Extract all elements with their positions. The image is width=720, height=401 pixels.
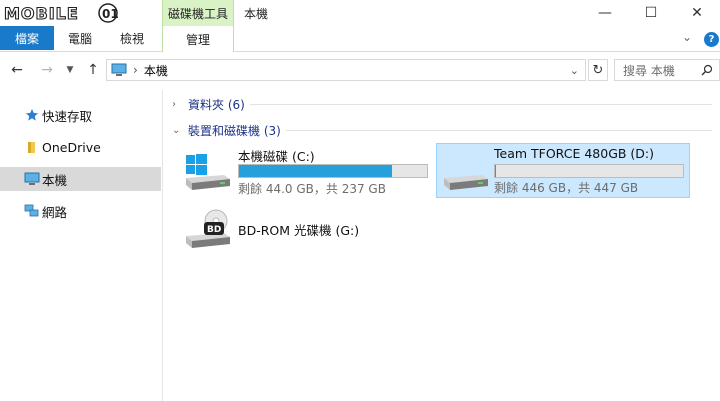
- drive-usage-bar: [238, 164, 428, 178]
- computer-icon: [111, 63, 127, 76]
- drive-name: Team TFORCE 480GB (D:): [494, 146, 655, 161]
- group-header-folders[interactable]: › 資料夾 (6): [172, 96, 245, 113]
- drive-tile-c[interactable]: 本機磁碟 (C:) 剩餘 44.0 GB，共 237 GB: [182, 144, 428, 198]
- address-dropdown-icon[interactable]: ⌄: [570, 64, 579, 77]
- close-button[interactable]: ✕: [674, 0, 720, 26]
- back-arrow-icon[interactable]: ←: [8, 60, 26, 80]
- star-icon: [24, 107, 40, 123]
- group-divider: [250, 104, 712, 105]
- sidebar-item-label: 網路: [42, 204, 68, 220]
- svg-text:MOBILE: MOBILE: [4, 4, 79, 23]
- network-icon: [24, 203, 40, 219]
- svg-text:BD: BD: [207, 225, 221, 235]
- sidebar-item-onedrive[interactable]: OneDrive: [0, 135, 161, 159]
- drive-usage-bar: [494, 164, 684, 178]
- forward-arrow-icon[interactable]: →: [38, 60, 56, 80]
- navigation-pane: 快速存取 OneDrive 本機 網路: [0, 90, 163, 401]
- drive-tile-d[interactable]: Team TFORCE 480GB (D:) 剩餘 446 GB，共 447 G…: [436, 143, 690, 198]
- search-icon: [701, 64, 713, 76]
- bd-rom-drive-icon: BD: [186, 209, 230, 248]
- tab-computer[interactable]: 電腦: [68, 26, 92, 50]
- tab-file[interactable]: 檔案: [0, 26, 54, 50]
- hard-drive-icon: [444, 175, 488, 190]
- group-divider: [286, 130, 712, 131]
- chevron-down-icon[interactable]: ⌄: [682, 30, 692, 44]
- window-title: 本機: [244, 7, 269, 21]
- sidebar-item-quick-access[interactable]: 快速存取: [0, 103, 161, 127]
- ribbon-tab-row: [0, 26, 720, 52]
- drive-name: 本機磁碟 (C:): [238, 149, 315, 164]
- search-input[interactable]: 搜尋 本機: [614, 59, 720, 81]
- drive-tile-g[interactable]: BD BD-ROM 光碟機 (G:): [182, 204, 402, 258]
- sidebar-item-label: 本機: [42, 172, 68, 188]
- recent-locations-icon[interactable]: ▼: [64, 60, 76, 80]
- breadcrumb-separator-icon: ›: [133, 63, 138, 77]
- drive-free-space: 剩餘 446 GB，共 447 GB: [494, 181, 639, 195]
- maximize-button[interactable]: ☐: [628, 0, 674, 26]
- tab-manage[interactable]: 管理: [162, 26, 234, 52]
- group-label: 裝置和磁碟機 (3): [188, 124, 281, 138]
- minimize-button[interactable]: —: [582, 0, 628, 26]
- refresh-icon[interactable]: ↻: [588, 59, 608, 81]
- computer-icon: [24, 171, 40, 187]
- sidebar-item-network[interactable]: 網路: [0, 199, 161, 223]
- help-icon[interactable]: ?: [704, 32, 719, 47]
- drive-usage-fill: [239, 165, 393, 177]
- chevron-right-icon: ›: [172, 99, 176, 110]
- drive-name: BD-ROM 光碟機 (G:): [238, 223, 360, 238]
- mobile01-logo: MOBILE 01: [4, 3, 119, 24]
- sidebar-item-this-pc[interactable]: 本機: [0, 167, 161, 191]
- address-bar[interactable]: › 本機 ⌄: [106, 59, 586, 81]
- drive-tools-tab[interactable]: 磁碟機工具: [162, 0, 234, 26]
- chevron-down-icon: ⌄: [172, 125, 181, 136]
- group-header-devices[interactable]: ⌄ 裝置和磁碟機 (3): [172, 122, 281, 139]
- folder-icon: [24, 139, 40, 155]
- up-arrow-icon[interactable]: ↑: [84, 60, 102, 80]
- tab-view[interactable]: 檢視: [120, 26, 144, 50]
- windows-drive-icon: [186, 154, 230, 190]
- drive-free-space: 剩餘 44.0 GB，共 237 GB: [238, 182, 386, 196]
- svg-text:01: 01: [102, 7, 119, 21]
- sidebar-item-label: OneDrive: [42, 139, 101, 155]
- search-placeholder: 搜尋 本機: [623, 63, 675, 78]
- group-label: 資料夾 (6): [188, 98, 245, 112]
- breadcrumb-item[interactable]: 本機: [144, 62, 168, 79]
- sidebar-item-label: 快速存取: [42, 108, 93, 124]
